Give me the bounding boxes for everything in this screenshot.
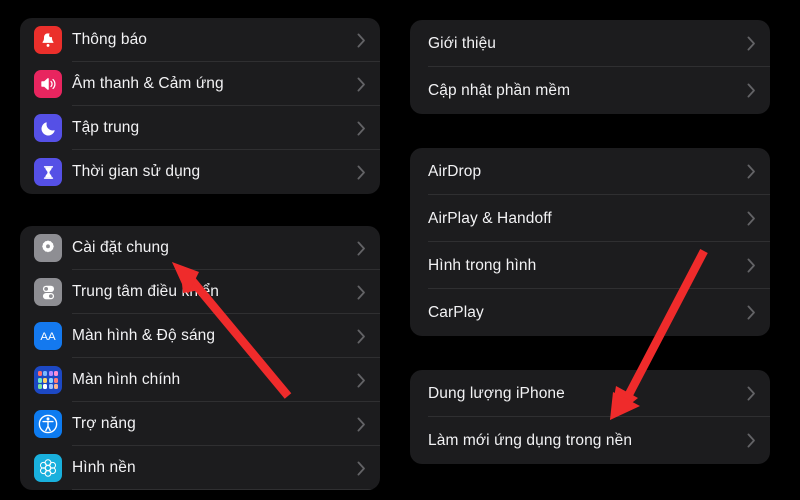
chevron-right-icon bbox=[747, 164, 756, 179]
settings-row-label: Trung tâm điều khiển bbox=[72, 283, 220, 300]
gear-icon bbox=[34, 234, 62, 262]
connectivity-group-card: AirDrop AirPlay & Handoff Hình trong hìn… bbox=[410, 148, 770, 336]
settings-row-airplay-handoff[interactable]: AirPlay & Handoff bbox=[410, 195, 770, 242]
chevron-right-icon bbox=[747, 36, 756, 51]
settings-row-label: Thông báo bbox=[72, 31, 148, 48]
settings-row-label: Thời gian sử dụng bbox=[72, 163, 201, 180]
settings-row-label: Cập nhật phần mềm bbox=[428, 81, 571, 99]
chevron-right-icon bbox=[747, 258, 756, 273]
settings-row-label: Cài đặt chung bbox=[72, 239, 169, 256]
settings-row-label: Màn hình & Độ sáng bbox=[72, 327, 216, 344]
row-separator bbox=[72, 489, 380, 490]
hourglass-icon bbox=[34, 158, 62, 186]
storage-group-card: Dung lượng iPhone Làm mới ứng dụng trong… bbox=[410, 370, 770, 464]
settings-row-carplay[interactable]: CarPlay bbox=[410, 289, 770, 336]
settings-row-lam-moi-ung-dung-trong-nen[interactable]: Làm mới ứng dụng trong nền bbox=[410, 417, 770, 464]
chevron-right-icon bbox=[357, 121, 366, 136]
settings-row-label: Âm thanh & Cảm ứng bbox=[72, 75, 224, 92]
settings-row-tap-trung[interactable]: Tập trung bbox=[20, 106, 380, 150]
home-screen-dot-grid bbox=[38, 371, 58, 389]
settings-row-cai-dat-chung[interactable]: Cài đặt chung bbox=[20, 226, 380, 270]
settings-row-label: Dung lượng iPhone bbox=[428, 384, 565, 402]
svg-text:AA: AA bbox=[40, 331, 56, 343]
settings-row-airdrop[interactable]: AirDrop bbox=[410, 148, 770, 195]
settings-row-am-thanh-cam-ung[interactable]: Âm thanh & Cảm ứng bbox=[20, 62, 380, 106]
settings-row-man-hinh-do-sang[interactable]: AA Màn hình & Độ sáng bbox=[20, 314, 380, 358]
chevron-right-icon bbox=[357, 373, 366, 388]
settings-row-label: Giới thiệu bbox=[428, 34, 497, 52]
settings-row-thoi-gian-su-dung[interactable]: Thời gian sử dụng bbox=[20, 150, 380, 194]
settings-screen: Thông báo Âm thanh & Cảm ứng Tập trung T… bbox=[0, 0, 800, 500]
settings-row-label: Làm mới ứng dụng trong nền bbox=[428, 431, 633, 449]
left-settings-column: Thông báo Âm thanh & Cảm ứng Tập trung T… bbox=[20, 0, 380, 490]
settings-row-label: AirDrop bbox=[428, 162, 482, 180]
settings-row-label: CarPlay bbox=[428, 303, 484, 321]
wallpaper-icon bbox=[34, 454, 62, 482]
settings-row-trung-tam-dieu-khien[interactable]: Trung tâm điều khiển bbox=[20, 270, 380, 314]
home-screen-icon bbox=[34, 366, 62, 394]
settings-row-label: Hình nền bbox=[72, 459, 136, 476]
settings-row-label: Tập trung bbox=[72, 119, 140, 136]
settings-row-label: Trợ năng bbox=[72, 415, 136, 432]
accessibility-icon bbox=[34, 410, 62, 438]
chevron-right-icon bbox=[747, 211, 756, 226]
settings-row-hinh-nen[interactable]: Hình nền bbox=[20, 446, 380, 490]
settings-row-tro-nang[interactable]: Trợ năng bbox=[20, 402, 380, 446]
chevron-right-icon bbox=[747, 83, 756, 98]
general-group-card: Cài đặt chung Trung tâm điều khiển AA Mà… bbox=[20, 226, 380, 490]
chevron-right-icon bbox=[747, 433, 756, 448]
moon-icon bbox=[34, 114, 62, 142]
settings-row-thong-bao[interactable]: Thông báo bbox=[20, 18, 380, 62]
speaker-icon bbox=[34, 70, 62, 98]
bell-icon bbox=[34, 26, 62, 54]
chevron-right-icon bbox=[357, 329, 366, 344]
chevron-right-icon bbox=[357, 33, 366, 48]
settings-row-label: Màn hình chính bbox=[72, 371, 181, 388]
chevron-right-icon bbox=[747, 386, 756, 401]
settings-row-label: AirPlay & Handoff bbox=[428, 209, 552, 227]
chevron-right-icon bbox=[357, 77, 366, 92]
settings-row-cap-nhat-phan-mem[interactable]: Cập nhật phần mềm bbox=[410, 67, 770, 114]
right-settings-column: Giới thiệu Cập nhật phần mềm AirDrop Air… bbox=[410, 0, 770, 464]
display-aa-icon: AA bbox=[34, 322, 62, 350]
control-center-icon bbox=[34, 278, 62, 306]
notifications-group-card: Thông báo Âm thanh & Cảm ứng Tập trung T… bbox=[20, 18, 380, 194]
settings-row-man-hinh-chinh[interactable]: Màn hình chính bbox=[20, 358, 380, 402]
about-group-card: Giới thiệu Cập nhật phần mềm bbox=[410, 20, 770, 114]
chevron-right-icon bbox=[747, 305, 756, 320]
settings-row-dung-luong-iphone[interactable]: Dung lượng iPhone bbox=[410, 370, 770, 417]
settings-row-gioi-thieu[interactable]: Giới thiệu bbox=[410, 20, 770, 67]
settings-row-hinh-trong-hinh[interactable]: Hình trong hình bbox=[410, 242, 770, 289]
chevron-right-icon bbox=[357, 285, 366, 300]
chevron-right-icon bbox=[357, 417, 366, 432]
settings-row-label: Hình trong hình bbox=[428, 256, 537, 274]
chevron-right-icon bbox=[357, 241, 366, 256]
chevron-right-icon bbox=[357, 165, 366, 180]
chevron-right-icon bbox=[357, 461, 366, 476]
